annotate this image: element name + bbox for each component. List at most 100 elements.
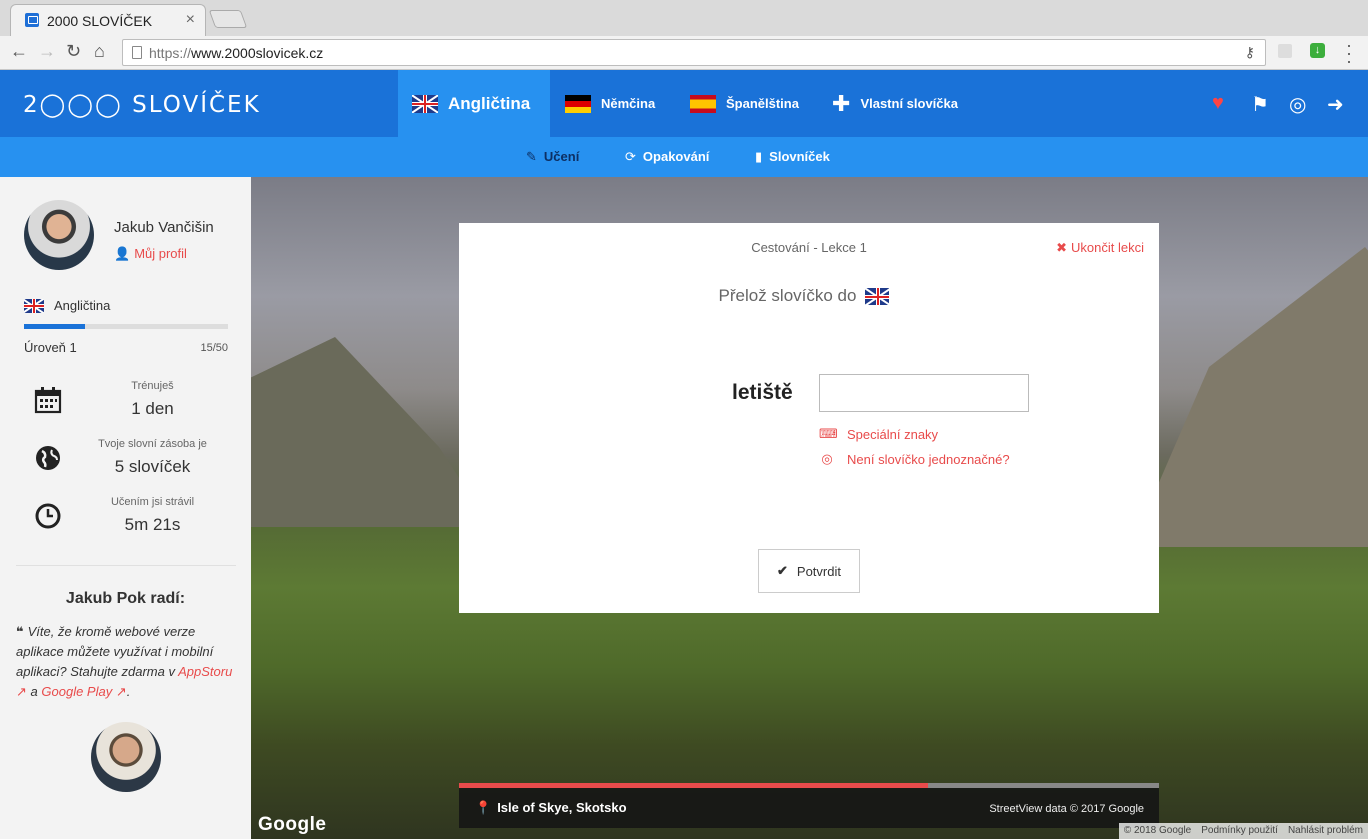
user-avatar[interactable]	[24, 200, 94, 270]
user-icon: 👤	[114, 246, 131, 261]
subnav-label: Učení	[543, 149, 580, 164]
sidebar: Jakub Vančišin 👤 Můj profil Angličtina Úr…	[0, 177, 251, 839]
close-icon: ✖	[1056, 240, 1068, 255]
language-label: Angličtina	[54, 298, 111, 313]
lang-tab-vlastni[interactable]: ✚ Vlastní slovíčka	[832, 70, 958, 137]
site-logo[interactable]: 2◯◯◯ SLOVÍČEK	[23, 92, 261, 118]
external-link-icon: ↗	[16, 684, 27, 699]
stat-training-label: Trénuješ	[131, 380, 174, 392]
map-terms-link[interactable]: Podmínky použití	[1196, 823, 1283, 839]
stat-vocabulary-label: Tvoje slovní zásoba je	[98, 438, 207, 450]
browser-tabstrip: 2000 SLOVÍČEK ×	[0, 0, 1368, 36]
instruction: Přelož slovíčko do	[459, 286, 1159, 306]
page-icon	[132, 46, 142, 59]
subnav-slovnicek[interactable]: ▮ Slovníček	[755, 149, 830, 165]
uk-flag-icon	[24, 298, 44, 313]
stat-vocabulary-value: 5 slovíček	[114, 457, 191, 476]
tip-and: a	[30, 684, 38, 699]
address-bar[interactable]: https://www.2000slovicek.cz ⚷	[122, 39, 1266, 66]
confirm-button[interactable]: ✔ Potvrdit	[758, 549, 860, 593]
google-play-link-label: Google Play	[41, 684, 113, 699]
key-icon[interactable]: ⚷	[1245, 44, 1255, 61]
level-progress-fill	[24, 324, 86, 329]
user-name: Jakub Vančišin	[114, 219, 214, 236]
sub-navigation: ✎ Učení ⟳ Opakování ▮ Slovníček	[0, 137, 1368, 177]
stat-time-value: 5m 21s	[124, 515, 181, 534]
lesson-card: Cestování - Lekce 1 ✖ Ukončit lekci Přelo…	[459, 223, 1159, 613]
ambiguous-word-link[interactable]: ◎ Není slovíčko jednoznačné?	[819, 451, 1010, 467]
plus-icon: ✚	[832, 90, 851, 116]
profile-link-label: Můj profil	[134, 246, 187, 261]
refresh-icon: ⟳	[625, 149, 636, 164]
lifebuoy-icon[interactable]: ◎	[1289, 92, 1306, 117]
lang-tab-spanelstina[interactable]: Španělština	[690, 70, 799, 137]
uk-flag-icon	[865, 287, 890, 305]
quote-icon: ❝	[16, 624, 24, 639]
level-label: Úroveň 1	[24, 340, 77, 355]
stat-time-label: Učením jsi strávil	[110, 496, 195, 508]
tip-text: ❝ Víte, že kromě webové verze aplikace mů…	[16, 622, 236, 702]
confirm-label: Potvrdit	[796, 563, 841, 579]
external-link-icon: ↗	[115, 684, 127, 699]
word-to-translate: letiště	[732, 381, 793, 404]
lesson-title: Cestování - Lekce 1	[751, 240, 867, 255]
lang-tab-anglictina[interactable]: Angličtina	[398, 70, 550, 137]
home-icon[interactable]: ⌂	[94, 41, 105, 62]
location-label: Isle of Skye, Skotsko	[497, 800, 627, 815]
heart-icon[interactable]: ♥	[1212, 92, 1224, 115]
answer-input[interactable]	[819, 374, 1029, 412]
tab-title: 2000 SLOVÍČEK	[47, 13, 153, 29]
ambiguous-word-label: Není slovíčko jednoznačné?	[847, 451, 1010, 467]
subnav-uceni[interactable]: ✎ Učení	[526, 149, 579, 165]
browser-menu-icon[interactable]: · · ·	[1346, 36, 1352, 70]
appstore-link-label: AppStoru	[178, 664, 233, 679]
edit-icon: ✎	[526, 149, 537, 164]
forward-icon[interactable]: →	[38, 41, 56, 62]
map-copyright: © 2018 Google	[1123, 825, 1192, 836]
end-lesson-link[interactable]: ✖ Ukončit lekci	[1056, 240, 1144, 256]
map-marker-icon: 📍	[475, 800, 492, 815]
tip-end: .	[126, 684, 131, 699]
special-characters-link[interactable]: ⌨ Speciální znaky	[819, 426, 938, 442]
logout-icon[interactable]: ➜	[1327, 92, 1344, 117]
extension-download-icon[interactable]: ↓	[1310, 43, 1325, 58]
lang-tab-label: Španělština	[726, 96, 799, 111]
flag-icon[interactable]: ⚑	[1251, 92, 1269, 117]
extension-send-icon[interactable]	[1278, 44, 1292, 58]
lang-tab-nemcina[interactable]: Němčina	[565, 70, 655, 137]
lang-tab-label: Vlastní slovíčka	[860, 96, 958, 111]
my-profile-link[interactable]: 👤 Můj profil	[114, 246, 187, 262]
reload-icon[interactable]: ↻	[66, 41, 81, 62]
google-play-link[interactable]: Google Play ↗	[41, 684, 126, 699]
special-characters-label: Speciální znaky	[847, 426, 939, 442]
level-progress-bar	[24, 324, 228, 329]
lifebuoy-icon: ◎	[821, 451, 833, 466]
map-footer-links: © 2018 Google Podmínky použití Nahlásit …	[1118, 823, 1368, 839]
map-report-link[interactable]: Nahlásit problém	[1283, 823, 1368, 839]
app-header: 2◯◯◯ SLOVÍČEK Angličtina Němčina Španělš…	[0, 70, 1368, 137]
uk-flag-icon	[412, 94, 438, 113]
tab-close-icon[interactable]: ×	[186, 11, 195, 29]
streetview-background: Cestování - Lekce 1 ✖ Ukončit lekci Přelo…	[251, 177, 1368, 839]
back-icon[interactable]: ←	[10, 41, 28, 62]
subnav-label: Opakování	[642, 149, 710, 164]
browser-tab[interactable]: 2000 SLOVÍČEK ×	[10, 4, 206, 36]
level-count: 15/50	[200, 342, 228, 354]
advisor-avatar	[91, 722, 161, 792]
address-url[interactable]: https://www.2000slovicek.cz	[149, 45, 323, 61]
subnav-opakovani[interactable]: ⟳ Opakování	[625, 149, 709, 165]
es-flag-icon	[690, 94, 716, 113]
site-favicon-icon	[25, 13, 39, 27]
new-tab-button[interactable]	[208, 10, 248, 28]
globe-icon	[36, 446, 60, 470]
check-icon: ✔	[777, 563, 788, 578]
calendar-icon	[34, 387, 62, 414]
tip-title: Jakub Pok radí:	[65, 590, 186, 607]
lang-tab-label: Němčina	[601, 96, 656, 111]
google-logo: Google	[258, 814, 327, 835]
hill-left	[251, 337, 491, 527]
stat-training-value: 1 den	[131, 399, 174, 418]
location-name: 📍 Isle of Skye, Skotsko	[475, 800, 627, 816]
keyboard-icon: ⌨	[819, 426, 838, 441]
location-bar: 📍 Isle of Skye, Skotsko StreetView data ©…	[459, 788, 1159, 828]
